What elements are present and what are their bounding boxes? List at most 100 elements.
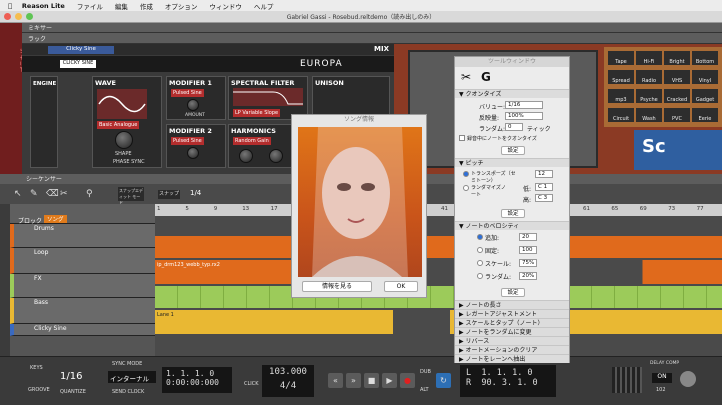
tape-preset-wash[interactable]: Wash [636,108,662,122]
snap-button[interactable]: スナップ [158,190,180,199]
bar-ruler[interactable]: 1591317212529333741454953576165697377 [155,204,722,216]
record-button[interactable]: ● [400,373,415,388]
low-input[interactable]: C 1 [535,183,553,191]
menu-app[interactable]: Reason Lite [22,2,65,10]
tape-preset-cracked[interactable]: Cracked [664,89,690,103]
wave-select[interactable]: Basic Analogue [97,121,140,129]
vrandom-radio[interactable] [477,273,483,279]
tape-preset-bright[interactable]: Bright [664,51,690,65]
tape-preset-eerie[interactable]: Eerie [692,108,718,122]
pitch-apply-button[interactable]: 設定 [501,209,525,218]
section-quantize[interactable]: ▼ クオンタイズ [455,89,569,98]
tempo-display[interactable]: 103.000 4/4 [262,365,314,397]
track-header-clicky-sine[interactable]: Clicky Sine [10,324,155,336]
tape-preset-spread[interactable]: Spread [608,70,634,84]
track-header-bass[interactable]: Bass [10,298,155,324]
groove-tool-icon[interactable]: G [481,70,491,84]
section-scale-tap[interactable]: ▶ スケールとタップ（ノート） [455,318,569,327]
shape-knob[interactable] [115,131,133,149]
tape-preset-circuit[interactable]: Circuit [608,108,634,122]
fast-forward-button[interactable]: » [346,373,361,388]
mod2-amount-knob[interactable] [187,147,199,159]
on-record-checkbox[interactable] [459,135,465,141]
click-label[interactable]: CLICK [244,381,259,387]
track-header-loop[interactable]: Loop [10,248,155,274]
loop-button[interactable]: ↻ [436,373,451,388]
more-info-button[interactable]: 情報を見る [302,281,372,292]
rack-strip[interactable]: ラック [22,33,722,44]
amount-select[interactable]: 100% [505,112,543,120]
transpose-input[interactable]: 12 [535,170,553,178]
tape-preset-mp3[interactable]: mp3 [608,89,634,103]
random-input[interactable]: 0 [505,123,523,131]
scale-input[interactable]: 75% [519,259,537,267]
menu-options[interactable]: オプション [165,1,198,11]
quantize-value[interactable]: 1/16 [60,371,82,382]
filter-select[interactable]: LP Variable Slope [233,109,281,117]
section-note-length[interactable]: ▶ ノートの長さ [455,300,569,309]
pencil-tool-icon[interactable]: ✎ [30,189,38,199]
mod1-amount-knob[interactable] [187,99,199,111]
modifier1-select[interactable]: Pulsed Sine [171,89,204,97]
modifier2-select[interactable]: Pulsed Sine [171,137,204,145]
harmonics-knob-2[interactable] [269,149,283,163]
harmonics-select[interactable]: Random Gain [233,137,271,145]
play-button[interactable]: ▶ [382,373,397,388]
section-extract-lanes[interactable]: ▶ ノートをレーンへ抽出 [455,354,569,363]
menu-create[interactable]: 作成 [140,1,153,11]
delay-comp-toggle[interactable]: ON [652,373,672,383]
high-input[interactable]: C 3 [535,194,553,202]
track-header-blocks[interactable]: ブロック ソング [10,204,155,225]
randomize-radio[interactable] [463,185,469,191]
scale-radio[interactable] [477,260,483,266]
ok-button[interactable]: OK [384,281,418,292]
menu-file[interactable]: ファイル [77,1,103,11]
value-select[interactable]: 1/16 [505,101,543,109]
arrow-tool-icon[interactable]: ↖ [14,189,22,199]
tape-preset-vinyl[interactable]: Vinyl [692,70,718,84]
quantize-apply-button[interactable]: 設定 [501,146,525,155]
tape-preset-hi-fi[interactable]: Hi-Fi [636,51,662,65]
section-velocity[interactable]: ▼ ノートのベロシティ [455,221,569,230]
tape-preset-pvc[interactable]: PVC [664,108,690,122]
eraser-tool-icon[interactable]: ⌫ [46,189,59,199]
tape-preset-gadget[interactable]: Gadget [692,89,718,103]
section-legato[interactable]: ▶ レガートアジャストメント [455,309,569,318]
loop-display[interactable]: L 1. 1. 1. 0 R 90. 3. 1. 0 [460,365,556,397]
tape-preset-vhs[interactable]: VHS [664,70,690,84]
fixed-input[interactable]: 100 [519,246,537,254]
section-clear-automation[interactable]: ▶ オートメーションのクリア [455,345,569,354]
device-name-display[interactable]: Clicky Sine [48,46,114,54]
song-label[interactable]: ソング [44,215,67,223]
position-display[interactable]: 1. 1. 1. 0 0:00:00:000 [162,367,232,393]
tools-icon[interactable]: ✂ [461,70,471,84]
patch-name[interactable]: CLICKY SINE [60,60,96,68]
fixed-radio[interactable] [477,247,483,253]
mixer-strip[interactable]: ミキサー [22,23,722,33]
section-reverse[interactable]: ▶ リバース [455,336,569,345]
dub-label[interactable]: DUB [420,369,431,375]
tape-preset-bottom[interactable]: Bottom [692,51,718,65]
vrandom-input[interactable]: 20% [519,272,537,280]
track-header-fx[interactable]: FX [10,274,155,298]
snap-value[interactable]: 1/4 [190,189,201,197]
velocity-apply-button[interactable]: 設定 [501,288,525,297]
menu-help[interactable]: ヘルプ [254,1,274,11]
snap-edit-mode[interactable]: スナップエディット モード [118,187,144,205]
transpose-radio[interactable] [463,171,469,177]
add-radio[interactable] [477,234,483,240]
section-pitch[interactable]: ▼ ピッチ [455,158,569,167]
menu-window[interactable]: ウィンドウ [209,1,242,11]
magnify-tool-icon[interactable]: ⚲ [86,189,93,199]
tape-preset-tape[interactable]: Tape [608,51,634,65]
sync-mode-select[interactable]: インターナル [108,371,156,383]
add-input[interactable]: 20 [519,233,537,241]
track-header-drums[interactable]: Drums [10,224,155,248]
apple-icon[interactable]:  [8,2,12,10]
tape-preset-radio[interactable]: Radio [636,70,662,84]
menu-edit[interactable]: 編集 [115,1,128,11]
tape-preset-psyche[interactable]: Psyche [636,89,662,103]
stop-button[interactable]: ■ [364,373,379,388]
alt-label[interactable]: ALT [420,387,429,393]
scissors-tool-icon[interactable]: ✂ [60,189,68,199]
